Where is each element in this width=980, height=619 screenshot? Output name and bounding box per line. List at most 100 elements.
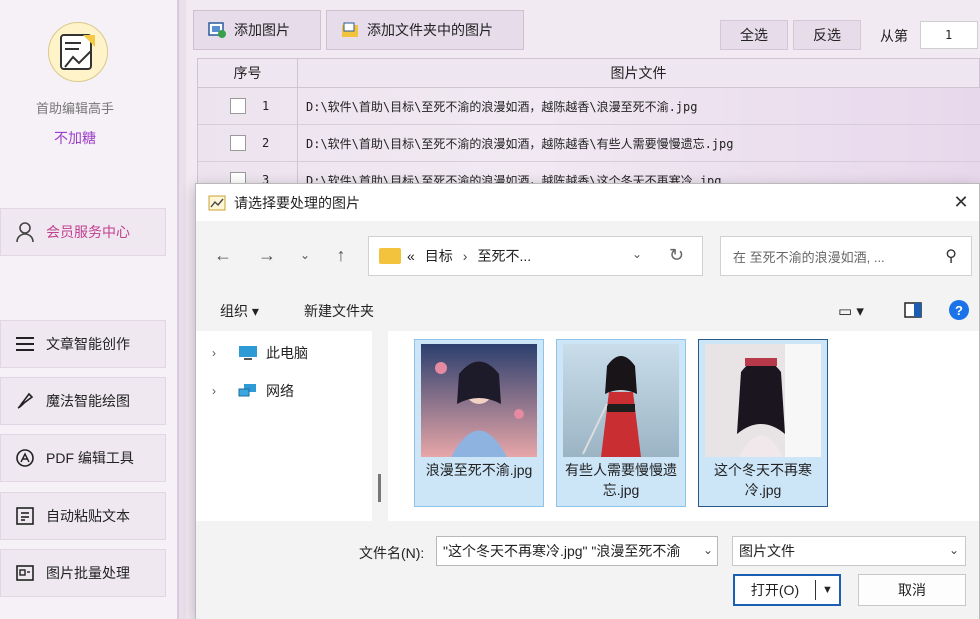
filename-value: "这个冬天不再寒冷.jpg" "浪漫至死不渝	[443, 543, 681, 559]
image-file-table: 序号 图片文件 1 D:\软件\首助\目标\至死不渝的浪漫如酒，越陈越香\浪漫至…	[197, 58, 980, 199]
file-name: 这个冬天不再寒冷.jpg	[714, 462, 812, 498]
open-button[interactable]: 打开(O) ▼	[733, 574, 841, 606]
sidebar-item-label: 魔法智能绘图	[46, 393, 130, 409]
tree-item-this-pc[interactable]: › 此电脑	[212, 343, 308, 363]
preview-pane-icon[interactable]	[904, 302, 922, 321]
breadcrumb-separator-icon: ›	[462, 248, 468, 264]
breadcrumb-current[interactable]: 至死不...	[477, 246, 531, 266]
search-icon[interactable]: ⚲	[945, 246, 957, 266]
sidebar-divider	[178, 0, 186, 619]
search-placeholder: 在 至死不渝的浪漫如酒, ...	[733, 249, 885, 265]
pdf-icon	[13, 446, 37, 470]
file-item[interactable]: 有些人需要慢慢遗忘.jpg	[556, 339, 686, 507]
file-open-dialog: 请选择要处理的图片 ✕ ← → ⌄ ↑ « 目标 › 至死不... ⌄ ↻ 在 …	[195, 183, 980, 619]
add-image-icon	[208, 22, 226, 38]
row-file-path: D:\软件\首助\目标\至死不渝的浪漫如酒，越陈越香\浪漫至死不渝.jpg	[306, 99, 698, 114]
row-number: 1	[262, 99, 270, 113]
open-label: 打开(O)	[750, 582, 800, 598]
tree-item-network[interactable]: › 网络	[212, 381, 294, 401]
image-thumbnail-icon	[705, 344, 821, 457]
file-item[interactable]: 浪漫至死不渝.jpg	[414, 339, 544, 507]
table-row[interactable]: 2 D:\软件\首助\目标\至死不渝的浪漫如酒，越陈越香\有些人需要慢慢遗忘.j…	[197, 125, 980, 162]
app-slogan: 不加糖	[54, 130, 96, 146]
sidebar: 首助编辑高手 不加糖 会员服务中心 文章智能创作 魔法智能绘图 PDF 编辑工具…	[0, 0, 178, 619]
select-all-button[interactable]: 全选	[720, 20, 788, 50]
dialog-title: 请选择要处理的图片	[234, 194, 360, 211]
folder-image-icon	[341, 22, 359, 38]
open-dropdown-icon[interactable]: ▼	[816, 584, 839, 596]
filename-label: 文件名(N):	[359, 545, 425, 561]
dialog-footer: 文件名(N): "这个冬天不再寒冷.jpg" "浪漫至死不渝 ⌄ 图片文件 ⌄ …	[196, 521, 979, 619]
image-icon	[13, 561, 37, 585]
address-overflow[interactable]: «	[407, 248, 415, 264]
list-icon	[13, 332, 37, 356]
row-checkbox[interactable]	[230, 98, 246, 114]
app-logo-icon	[48, 22, 108, 82]
forward-arrow-icon[interactable]: →	[256, 243, 278, 267]
new-folder-button[interactable]: 新建文件夹	[304, 301, 374, 321]
file-name: 浪漫至死不渝.jpg	[425, 462, 533, 478]
computer-icon	[238, 345, 258, 361]
view-mode-icon[interactable]: ▭ ▾	[838, 302, 864, 320]
member-center-label: 会员服务中心	[46, 224, 130, 240]
filename-input[interactable]: "这个冬天不再寒冷.jpg" "浪漫至死不渝 ⌄	[436, 536, 718, 566]
up-arrow-icon[interactable]: ↑	[330, 243, 352, 267]
add-image-label: 添加图片	[234, 22, 290, 38]
paste-icon	[13, 504, 37, 528]
row-checkbox[interactable]	[230, 135, 246, 151]
add-folder-images-button[interactable]: 添加文件夹中的图片	[326, 10, 524, 50]
sidebar-item-label: 自动粘贴文本	[46, 508, 130, 524]
from-label: 从第	[880, 28, 908, 44]
expand-chevron-icon[interactable]: ›	[212, 384, 228, 398]
sidebar-item-drawing[interactable]: 魔法智能绘图	[0, 377, 166, 425]
sidebar-item-article[interactable]: 文章智能创作	[0, 320, 166, 368]
sidebar-item-paste[interactable]: 自动粘贴文本	[0, 492, 166, 540]
filename-dropdown-icon[interactable]: ⌄	[698, 543, 713, 557]
add-image-button[interactable]: 添加图片	[193, 10, 321, 50]
navigation-pane: › 此电脑 › 网络	[196, 331, 372, 521]
help-icon[interactable]: ?	[949, 300, 969, 320]
add-folder-images-label: 添加文件夹中的图片	[367, 22, 493, 38]
search-input[interactable]: 在 至死不渝的浪漫如酒, ... ⚲	[720, 236, 972, 276]
invert-select-button[interactable]: 反选	[793, 20, 861, 50]
dialog-navbar: ← → ⌄ ↑ « 目标 › 至死不... ⌄ ↻ 在 至死不渝的浪漫如酒, .…	[196, 221, 979, 291]
breadcrumb-target[interactable]: 目标	[425, 246, 453, 266]
image-thumbnail-icon	[421, 344, 537, 457]
tree-item-label: 网络	[266, 383, 294, 399]
file-list: 浪漫至死不渝.jpg 有些人需要慢慢遗忘.jpg 这个冬天不再寒冷.jpg	[388, 331, 979, 521]
row-number: 2	[262, 136, 270, 150]
address-bar[interactable]: « 目标 › 至死不... ⌄ ↻	[368, 236, 703, 276]
column-header-no[interactable]: 序号	[198, 59, 298, 87]
column-header-file[interactable]: 图片文件	[298, 59, 979, 87]
sidebar-item-image-batch[interactable]: 图片批量处理	[0, 549, 166, 597]
user-icon	[13, 220, 37, 244]
sidebar-item-label: 图片批量处理	[46, 565, 130, 581]
address-dropdown-icon[interactable]: ⌄	[632, 247, 642, 261]
expand-chevron-icon[interactable]: ›	[212, 346, 228, 360]
refresh-icon[interactable]: ↻	[669, 245, 684, 266]
sidebar-item-label: PDF 编辑工具	[46, 450, 134, 466]
from-index-input[interactable]: 1	[920, 21, 978, 49]
cancel-button[interactable]: 取消	[858, 574, 966, 606]
recent-chevron-icon[interactable]: ⌄	[294, 243, 316, 267]
organize-menu[interactable]: 组织 ▾	[220, 301, 259, 321]
tree-item-label: 此电脑	[266, 345, 308, 361]
member-center-button[interactable]: 会员服务中心	[0, 208, 166, 256]
file-item[interactable]: 这个冬天不再寒冷.jpg	[698, 339, 828, 507]
filetype-select[interactable]: 图片文件 ⌄	[732, 536, 966, 566]
table-header: 序号 图片文件	[197, 58, 980, 88]
table-row[interactable]: 1 D:\软件\首助\目标\至死不渝的浪漫如酒，越陈越香\浪漫至死不渝.jpg	[197, 88, 980, 125]
image-thumbnail-icon	[563, 344, 679, 457]
sidebar-item-pdf[interactable]: PDF 编辑工具	[0, 434, 166, 482]
image-app-icon	[208, 194, 226, 212]
tree-scrollbar[interactable]	[378, 474, 381, 502]
close-icon[interactable]: ✕	[949, 190, 973, 214]
brush-icon	[13, 389, 37, 413]
back-arrow-icon[interactable]: ←	[212, 243, 234, 267]
row-file-path: D:\软件\首助\目标\至死不渝的浪漫如酒，越陈越香\有些人需要慢慢遗忘.jpg	[306, 136, 734, 151]
network-icon	[238, 383, 258, 399]
command-bar: 组织 ▾ 新建文件夹 ▭ ▾ ?	[196, 291, 979, 331]
filetype-dropdown-icon[interactable]: ⌄	[949, 543, 959, 557]
folder-icon	[379, 248, 401, 264]
filetype-value: 图片文件	[739, 543, 795, 559]
